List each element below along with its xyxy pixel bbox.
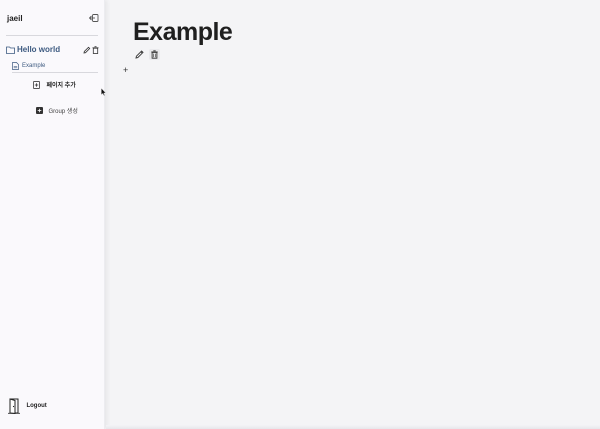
sidebar: jaeil Hello world Example 페이지 추가 Group 생… <box>0 0 105 429</box>
username: jaeil <box>7 14 23 23</box>
sidebar-page-label: Example <box>22 63 46 69</box>
create-group-label: Group 생성 <box>48 109 78 116</box>
sidebar-collapse-icon[interactable] <box>89 13 99 23</box>
add-page-icon <box>33 80 40 89</box>
document-icon <box>12 62 19 70</box>
pencil-icon[interactable] <box>134 49 145 60</box>
trash-icon[interactable] <box>149 49 160 60</box>
folder-item[interactable]: Hello world <box>6 45 100 57</box>
logout-label: Logout <box>26 402 47 409</box>
app-window: jaeil Hello world Example 페이지 추가 Group 생… <box>0 0 600 429</box>
folder-label: Hello world <box>17 45 61 54</box>
add-page-label: 페이지 추가 <box>46 83 76 90</box>
logout-button[interactable]: Logout <box>8 397 47 414</box>
bottom-edge <box>106 425 600 429</box>
sidebar-divider <box>6 35 98 36</box>
folder-icon <box>6 46 15 54</box>
create-group-button[interactable]: Group 생성 <box>36 102 78 116</box>
door-icon <box>8 398 20 414</box>
add-group-icon <box>36 107 43 115</box>
sidebar-page-item[interactable]: Example <box>12 61 98 73</box>
sidebar-header: jaeil <box>7 14 99 28</box>
pencil-icon[interactable] <box>83 46 91 54</box>
add-page-button[interactable]: 페이지 추가 <box>33 76 76 90</box>
add-block-button[interactable]: + <box>123 65 128 75</box>
page-title: Example <box>133 18 233 46</box>
main-content: Example + <box>106 0 600 429</box>
trash-icon[interactable] <box>92 46 99 54</box>
